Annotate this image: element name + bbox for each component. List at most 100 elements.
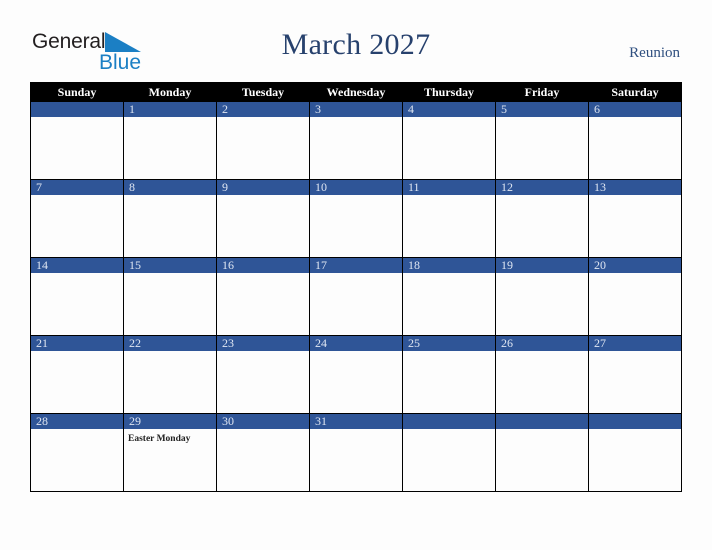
day-number: 6 bbox=[589, 102, 681, 117]
day-number: 25 bbox=[403, 336, 495, 351]
calendar-day-cell[interactable]: 5 bbox=[495, 101, 589, 180]
day-events bbox=[403, 273, 495, 335]
calendar-body: 1 2 3 4 5 6 7 8 9 10 11 12 13 14 15 16 17 18 19 20 21 22 23 24 2… bbox=[30, 101, 682, 492]
calendar-day-cell[interactable]: 25 bbox=[402, 335, 496, 414]
day-events bbox=[217, 273, 309, 335]
day-number: 3 bbox=[310, 102, 402, 117]
day-events bbox=[589, 429, 681, 491]
day-events bbox=[31, 195, 123, 257]
calendar-day-cell[interactable]: 30 bbox=[216, 413, 310, 492]
day-events bbox=[310, 117, 402, 179]
day-events: Easter Monday bbox=[124, 429, 216, 491]
weekday-header-sunday: Sunday bbox=[30, 82, 124, 102]
day-number: 30 bbox=[217, 414, 309, 429]
weekday-header-row: Sunday Monday Tuesday Wednesday Thursday Frid… bbox=[30, 82, 682, 102]
calendar-empty-cell[interactable] bbox=[588, 413, 682, 492]
calendar-day-cell[interactable]: 17 bbox=[309, 257, 403, 336]
day-events bbox=[496, 429, 588, 491]
calendar-day-cell[interactable]: 16 bbox=[216, 257, 310, 336]
day-number: 18 bbox=[403, 258, 495, 273]
day-events bbox=[496, 351, 588, 413]
day-events bbox=[589, 273, 681, 335]
calendar-day-cell[interactable]: 4 bbox=[402, 101, 496, 180]
calendar-day-cell[interactable]: 24 bbox=[309, 335, 403, 414]
day-events bbox=[589, 351, 681, 413]
day-events bbox=[31, 351, 123, 413]
calendar-day-cell[interactable]: 12 bbox=[495, 179, 589, 258]
day-number: 13 bbox=[589, 180, 681, 195]
region-label: Reunion bbox=[629, 45, 680, 61]
calendar-day-cell[interactable]: 19 bbox=[495, 257, 589, 336]
day-number: 12 bbox=[496, 180, 588, 195]
day-events bbox=[310, 273, 402, 335]
day-number: 22 bbox=[124, 336, 216, 351]
calendar-day-cell[interactable]: 21 bbox=[30, 335, 124, 414]
day-number: 9 bbox=[217, 180, 309, 195]
calendar-empty-cell[interactable] bbox=[495, 413, 589, 492]
calendar-day-cell[interactable]: 11 bbox=[402, 179, 496, 258]
day-number bbox=[589, 414, 681, 429]
day-number bbox=[403, 414, 495, 429]
day-events bbox=[31, 429, 123, 491]
day-events bbox=[124, 195, 216, 257]
calendar-day-cell[interactable]: 20 bbox=[588, 257, 682, 336]
calendar-day-cell[interactable]: 15 bbox=[123, 257, 217, 336]
calendar-day-cell[interactable]: 18 bbox=[402, 257, 496, 336]
day-number: 26 bbox=[496, 336, 588, 351]
calendar-day-cell[interactable]: 7 bbox=[30, 179, 124, 258]
day-number: 29 bbox=[124, 414, 216, 429]
day-number bbox=[496, 414, 588, 429]
calendar-day-cell[interactable]: 31 bbox=[309, 413, 403, 492]
day-events bbox=[31, 273, 123, 335]
day-events bbox=[496, 117, 588, 179]
calendar-day-cell[interactable]: 13 bbox=[588, 179, 682, 258]
weekday-header-monday: Monday bbox=[123, 82, 217, 102]
day-number: 11 bbox=[403, 180, 495, 195]
calendar-day-cell[interactable]: 2 bbox=[216, 101, 310, 180]
calendar-week-row: 123456 bbox=[30, 101, 682, 180]
calendar-week-row: 14 15 16 17 18 19 20 bbox=[30, 257, 682, 336]
page-header: General Blue March 2027 Reunion bbox=[0, 0, 712, 82]
day-number: 4 bbox=[403, 102, 495, 117]
day-number: 8 bbox=[124, 180, 216, 195]
day-number: 28 bbox=[31, 414, 123, 429]
day-events bbox=[496, 273, 588, 335]
calendar-day-cell[interactable]: 27 bbox=[588, 335, 682, 414]
calendar-event[interactable]: Easter Monday bbox=[128, 433, 212, 445]
calendar-day-cell[interactable]: 8 bbox=[123, 179, 217, 258]
day-events bbox=[217, 117, 309, 179]
calendar-week-row: 7 8 9 10 11 12 13 bbox=[30, 179, 682, 258]
day-events bbox=[217, 351, 309, 413]
day-number: 19 bbox=[496, 258, 588, 273]
day-events bbox=[403, 117, 495, 179]
calendar-day-cell[interactable]: 22 bbox=[123, 335, 217, 414]
day-events bbox=[217, 195, 309, 257]
day-number: 31 bbox=[310, 414, 402, 429]
day-number: 27 bbox=[589, 336, 681, 351]
calendar-day-cell[interactable]: 9 bbox=[216, 179, 310, 258]
calendar-day-cell[interactable]: 14 bbox=[30, 257, 124, 336]
calendar-day-cell[interactable]: 26 bbox=[495, 335, 589, 414]
day-events bbox=[31, 117, 123, 179]
day-number: 14 bbox=[31, 258, 123, 273]
day-events bbox=[124, 351, 216, 413]
day-events bbox=[589, 195, 681, 257]
calendar-week-row: 21 22 23 24 25 26 27 bbox=[30, 335, 682, 414]
calendar-empty-cell[interactable] bbox=[402, 413, 496, 492]
calendar-day-cell[interactable]: 28 bbox=[30, 413, 124, 492]
calendar-empty-cell[interactable] bbox=[30, 101, 124, 180]
weekday-header-friday: Friday bbox=[495, 82, 589, 102]
day-number: 10 bbox=[310, 180, 402, 195]
calendar-day-cell[interactable]: 6 bbox=[588, 101, 682, 180]
day-events bbox=[124, 117, 216, 179]
calendar-day-cell[interactable]: 10 bbox=[309, 179, 403, 258]
calendar-day-cell[interactable]: 1 bbox=[123, 101, 217, 180]
day-number: 23 bbox=[217, 336, 309, 351]
calendar-day-cell[interactable]: 3 bbox=[309, 101, 403, 180]
day-number: 17 bbox=[310, 258, 402, 273]
calendar-day-cell[interactable]: 23 bbox=[216, 335, 310, 414]
calendar-day-cell[interactable]: 29 Easter Monday bbox=[123, 413, 217, 492]
day-number: 1 bbox=[124, 102, 216, 117]
day-number: 15 bbox=[124, 258, 216, 273]
day-number: 20 bbox=[589, 258, 681, 273]
